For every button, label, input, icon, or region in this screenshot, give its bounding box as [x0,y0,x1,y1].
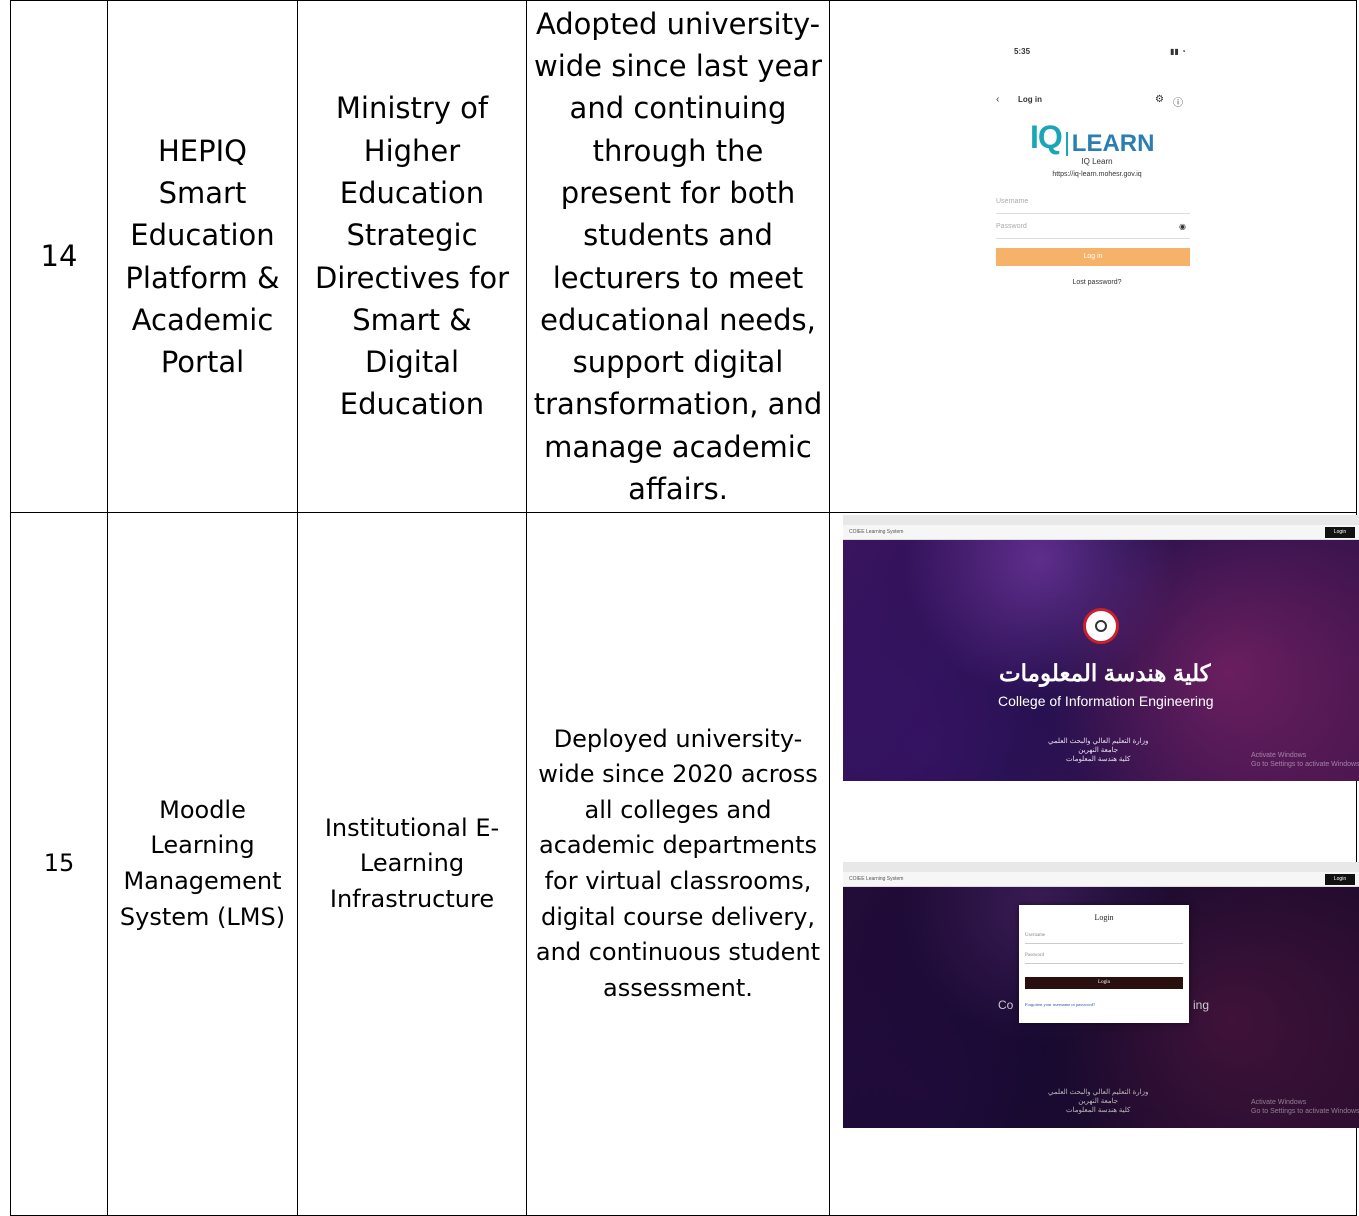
title-peek-right: ing [1193,998,1210,1012]
iqlearn-mobile-screenshot: 5:35 ▮▮ ◔ ‹ Log in ⚙ ⓘ IQ LEARN IQ Learn … [982,1,1212,301]
browser-toolbar [843,862,1359,872]
header-login-button[interactable]: Login [1325,874,1355,885]
forgot-password-link[interactable]: Forgotten your username or password? [1025,1002,1095,1007]
nav-title: Log in [1018,95,1042,104]
arabic-subtitle: وزارة التعليم العالي والبحث العلمي جامعة… [1048,1089,1149,1114]
source-reference: Ministry of Higher Education Strategic D… [297,0,527,513]
windows-watermark: Activate Windows Go to Settings to activ… [1251,752,1359,768]
moodle-home-screenshot: COIEE Learning System Login كلية هندسة ا… [843,515,1359,781]
header-login-button[interactable]: Login [1325,527,1355,538]
modal-username-field[interactable]: Username [1025,929,1183,944]
usage-description: Deployed university-wide since 2020 acro… [526,512,830,1216]
system-name: HEPIQ Smart Education Platform & Academi… [107,0,298,513]
windows-watermark: Activate Windows Go to Settings to activ… [1251,1099,1359,1115]
status-time: 5:35 [1014,47,1031,56]
help-icon: ⓘ [1173,98,1183,109]
iqlearn-logo: IQ LEARN [1030,119,1155,157]
login-modal: Login Username Password Login Forgotten … [1019,905,1189,1023]
moodle-login-screenshot: COIEE Learning System Login Co ing وزارة… [843,862,1359,1128]
lost-password-link[interactable]: Lost password? [982,279,1212,286]
username-field[interactable]: Username [996,191,1190,214]
title-peek-left: Co [998,998,1014,1012]
college-seal-icon [1083,608,1119,644]
site-header: COIEE Learning System [843,525,1359,540]
table-row: 14 HEPIQ Smart Education Platform & Acad… [10,0,1357,513]
login-button[interactable]: Log in [996,248,1190,266]
screenshot-cell: COIEE Learning System Login كلية هندسة ا… [829,512,1359,1216]
site-name: IQ Learn [1081,157,1113,166]
row-number: 14 [10,0,108,513]
modal-title: Login [1094,913,1114,922]
eye-icon[interactable]: ◉ [1179,222,1186,231]
screenshot-cell: 5:35 ▮▮ ◔ ‹ Log in ⚙ ⓘ IQ LEARN IQ Learn … [829,0,1357,513]
back-icon: ‹ [996,94,1000,105]
browser-toolbar [843,515,1359,525]
source-reference: Institutional E-Learning Infrastructure [297,512,527,1216]
arabic-subtitle: وزارة التعليم العالي والبحث العلمي جامعة… [1048,738,1149,763]
password-field[interactable]: Password [996,216,1190,239]
modal-password-field[interactable]: Password [1025,949,1183,964]
system-name: Moodle Learning Management System (LMS) [107,512,298,1216]
gear-icon: ⚙ [1155,94,1164,105]
signal-icon: ▮▮ ◔ [1170,47,1186,56]
site-url: https://iq-learn.mohesr.gov.iq [1052,171,1142,178]
arabic-title: كلية هندسة المعلومات [999,660,1211,686]
table-row: 15 Moodle Learning Management System (LM… [10,512,1359,1216]
modal-login-button[interactable]: Login [1025,977,1183,989]
row-number: 15 [10,512,108,1216]
systems-table: 14 HEPIQ Smart Education Platform & Acad… [10,0,1359,1216]
english-title: College of Information Engineering [998,693,1214,709]
usage-description: Adopted university-wide since last year … [526,0,830,513]
site-header: COIEE Learning System [843,872,1359,887]
